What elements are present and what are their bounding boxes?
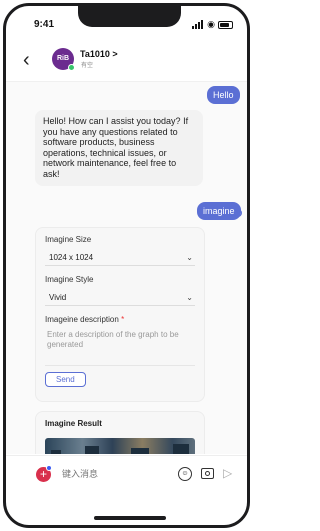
contact-name[interactable]: Ta1010 > <box>80 49 118 59</box>
result-image[interactable] <box>45 438 195 454</box>
message-input-bar: + ☺ ▷ <box>6 455 247 495</box>
imagine-form-card: Imagine Size 1024 x 1024 ⌄ Imagine Style… <box>35 227 205 402</box>
imagine-size-label: Imagine Size <box>45 235 92 244</box>
required-mark: * <box>121 315 125 324</box>
imagine-result-card: Imagine Result <box>35 411 205 454</box>
avatar[interactable]: RiB <box>52 48 75 71</box>
notch <box>78 6 181 27</box>
status-icons: ◉ <box>192 20 233 29</box>
wifi-icon: ◉ <box>207 19 215 29</box>
send-button[interactable]: Send <box>45 372 86 387</box>
online-status-dot <box>68 64 75 71</box>
avatar-text: RiB <box>56 55 70 62</box>
description-input[interactable]: Enter a description of the graph to be g… <box>45 330 195 360</box>
send-icon[interactable]: ▷ <box>223 466 232 480</box>
imagine-style-label: Imagine Style <box>45 275 94 284</box>
bot-message-greeting: Hello! How can I assist you today? If yo… <box>35 110 203 186</box>
chat-header: ‹ RiB Ta1010 > 有空 <box>6 42 247 82</box>
result-title: Imagine Result <box>45 419 102 428</box>
imagine-style-select[interactable]: Vivid ⌄ <box>45 290 195 306</box>
message-input[interactable] <box>62 469 172 479</box>
imagine-size-value: 1024 x 1024 <box>49 253 94 262</box>
contact-status: 有空 <box>81 63 94 69</box>
user-message-hello: Hello <box>207 86 240 104</box>
message-status-icon[interactable]: ↻ <box>234 209 242 217</box>
battery-icon <box>218 20 233 29</box>
home-indicator <box>94 516 166 520</box>
camera-icon[interactable] <box>201 468 214 479</box>
phone-frame: 9:41 ◉ ‹ RiB Ta1010 > 有空 Hello Hello! Ho… <box>3 3 250 528</box>
signal-icon <box>192 20 204 29</box>
description-label-text: Imageine description <box>45 315 119 324</box>
imagine-style-value: Vivid <box>49 293 67 302</box>
divider <box>45 365 195 366</box>
status-time: 9:41 <box>34 19 55 30</box>
description-label: Imageine description * <box>45 315 195 324</box>
back-arrow-icon[interactable]: ‹ <box>23 50 30 70</box>
chat-area[interactable]: Hello Hello! How can I assist you today?… <box>6 82 247 454</box>
badge-dot <box>46 465 52 471</box>
chevron-down-icon: ⌄ <box>186 253 193 262</box>
emoji-icon[interactable]: ☺ <box>178 467 192 481</box>
imagine-size-select[interactable]: 1024 x 1024 ⌄ <box>45 250 195 266</box>
chevron-down-icon: ⌄ <box>186 293 193 302</box>
